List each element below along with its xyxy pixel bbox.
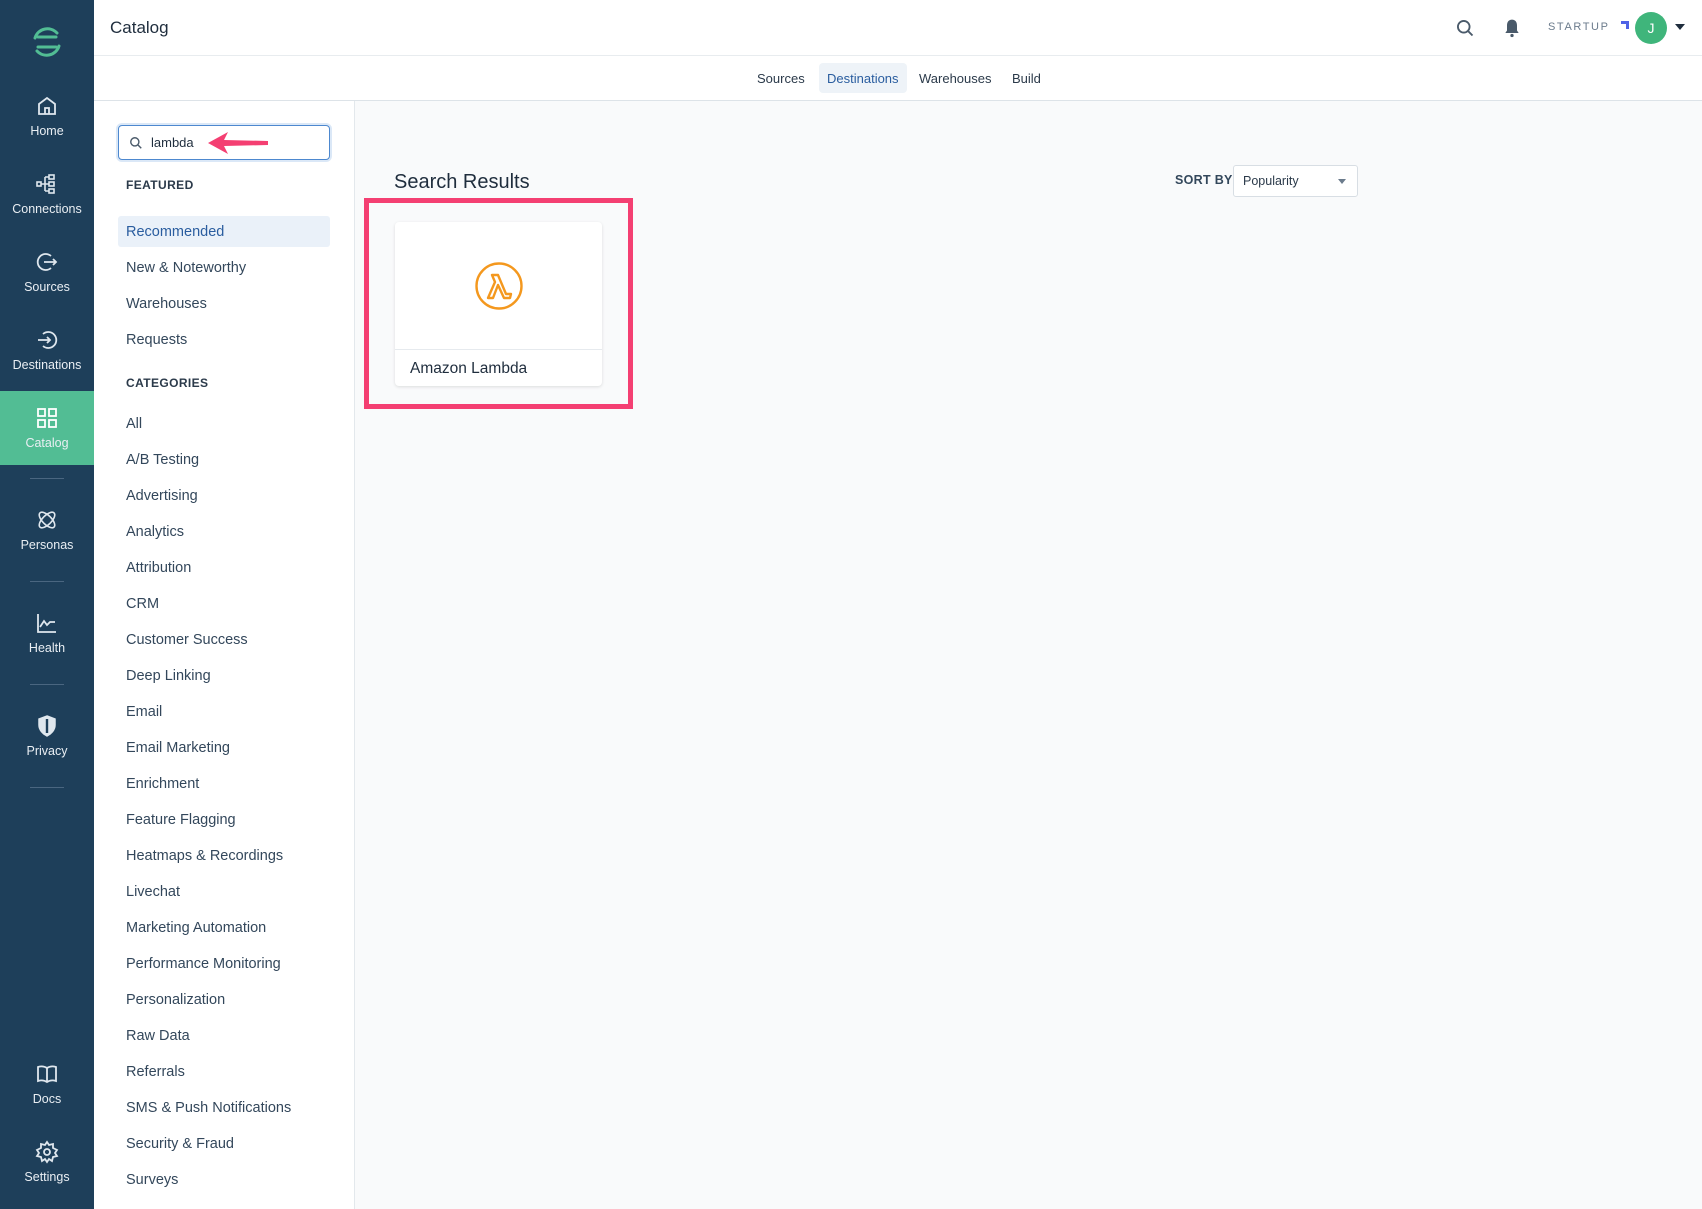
category-item[interactable]: All <box>118 408 330 439</box>
destinations-icon <box>38 331 58 349</box>
categories-title: CATEGORIES <box>126 376 209 390</box>
nav-item-settings[interactable]: Settings <box>0 1125 94 1199</box>
category-item[interactable]: Attribution <box>118 552 330 583</box>
nav-label: Personas <box>20 538 74 552</box>
result-card[interactable]: Amazon Lambda <box>395 222 602 386</box>
category-item[interactable]: Security & Fraud <box>118 1128 330 1159</box>
nav-divider <box>30 478 64 479</box>
catalog-tabs: Sources Destinations Warehouses Build <box>94 56 1702 101</box>
category-item[interactable]: Customer Success <box>118 624 330 655</box>
category-item[interactable]: Email Marketing <box>118 732 330 763</box>
category-item[interactable]: Advertising <box>118 480 330 511</box>
category-item[interactable]: Email <box>118 696 330 727</box>
connections-icon <box>36 174 55 194</box>
settings-icon <box>35 1140 59 1164</box>
top-header: Catalog STARTUP J <box>94 0 1702 56</box>
workspace-switcher[interactable]: STARTUP <box>1548 20 1630 34</box>
sort-label: SORT BY <box>1175 173 1233 187</box>
nav-label: Health <box>28 641 66 655</box>
nav-divider <box>30 581 64 582</box>
sort-select[interactable]: Popularity <box>1233 165 1358 197</box>
nav-item-catalog[interactable]: Catalog <box>0 391 94 465</box>
results-title: Search Results <box>394 171 530 193</box>
category-item[interactable]: Heatmaps & Recordings <box>118 840 330 871</box>
category-item[interactable]: SMS & Push Notifications <box>118 1092 330 1123</box>
chevron-down-icon <box>1338 179 1346 184</box>
card-logo <box>395 222 602 350</box>
page-title: Catalog <box>110 18 169 37</box>
nav-label: Settings <box>24 1170 70 1184</box>
catalog-main: Search Results SORT BY Popularity Amazon… <box>355 101 1702 1209</box>
nav-label: Catalog <box>25 436 69 450</box>
docs-icon <box>37 1065 57 1084</box>
category-item[interactable]: Livechat <box>118 876 330 907</box>
sources-icon <box>36 253 58 271</box>
arrow-up-right-icon <box>1617 21 1629 32</box>
home-icon <box>38 96 56 115</box>
health-icon <box>37 614 56 633</box>
nav-item-home[interactable]: Home <box>0 79 94 153</box>
nav-item-personas[interactable]: Personas <box>0 493 94 567</box>
featured-item[interactable]: Requests <box>118 324 330 355</box>
card-name: Amazon Lambda <box>410 360 528 377</box>
search-icon <box>130 136 142 149</box>
nav-item-privacy[interactable]: Privacy <box>0 699 94 773</box>
featured-item[interactable]: New & Noteworthy <box>118 252 330 283</box>
category-item[interactable]: Personalization <box>118 984 330 1015</box>
nav-label: Connections <box>12 202 82 216</box>
category-item[interactable]: Surveys <box>118 1164 330 1195</box>
featured-item[interactable]: Recommended <box>118 216 330 247</box>
nav-item-sources[interactable]: Sources <box>0 235 94 309</box>
category-item[interactable]: Performance Monitoring <box>118 948 330 979</box>
segment-logo-icon[interactable] <box>0 14 94 70</box>
category-item[interactable]: Tag Managers <box>118 1200 330 1209</box>
left-nav: Home Connections Sources Destinations Ca… <box>0 0 94 1209</box>
tab-build[interactable]: Build <box>1004 63 1049 93</box>
category-item[interactable]: Analytics <box>118 516 330 547</box>
workspace-name: STARTUP <box>1548 21 1610 33</box>
category-item[interactable]: Marketing Automation <box>118 912 330 943</box>
privacy-icon <box>38 715 56 737</box>
chevron-down-icon[interactable] <box>1675 24 1685 30</box>
featured-item[interactable]: Warehouses <box>118 288 330 319</box>
nav-label: Home <box>30 124 64 138</box>
nav-item-destinations[interactable]: Destinations <box>0 313 94 387</box>
category-item[interactable]: CRM <box>118 588 330 619</box>
nav-item-health[interactable]: Health <box>0 596 94 670</box>
category-item[interactable]: Feature Flagging <box>118 804 330 835</box>
lambda-icon <box>474 261 523 310</box>
nav-label: Privacy <box>26 744 68 758</box>
nav-label: Destinations <box>12 358 82 372</box>
featured-title: FEATURED <box>126 178 194 192</box>
bell-icon[interactable] <box>1500 16 1524 40</box>
category-item[interactable]: Deep Linking <box>118 660 330 691</box>
catalog-sidebar: FEATURED Recommended New & Noteworthy Wa… <box>94 101 355 1209</box>
nav-item-connections[interactable]: Connections <box>0 157 94 231</box>
category-item[interactable]: Raw Data <box>118 1020 330 1051</box>
nav-label: Sources <box>24 280 70 294</box>
nav-item-docs[interactable]: Docs <box>0 1047 94 1121</box>
search-icon[interactable] <box>1453 16 1477 40</box>
nav-divider <box>30 684 64 685</box>
catalog-icon <box>37 408 57 428</box>
annotation-arrow-icon <box>208 132 268 154</box>
tab-destinations[interactable]: Destinations <box>819 63 907 93</box>
category-item[interactable]: A/B Testing <box>118 444 330 475</box>
avatar[interactable]: J <box>1635 12 1667 44</box>
tab-sources[interactable]: Sources <box>749 63 813 93</box>
category-item[interactable]: Enrichment <box>118 768 330 799</box>
nav-divider <box>30 787 64 788</box>
category-item[interactable]: Referrals <box>118 1056 330 1087</box>
tab-warehouses[interactable]: Warehouses <box>911 63 1000 93</box>
nav-label: Docs <box>32 1092 62 1106</box>
personas-icon <box>38 511 56 529</box>
sort-value: Popularity <box>1243 174 1299 188</box>
